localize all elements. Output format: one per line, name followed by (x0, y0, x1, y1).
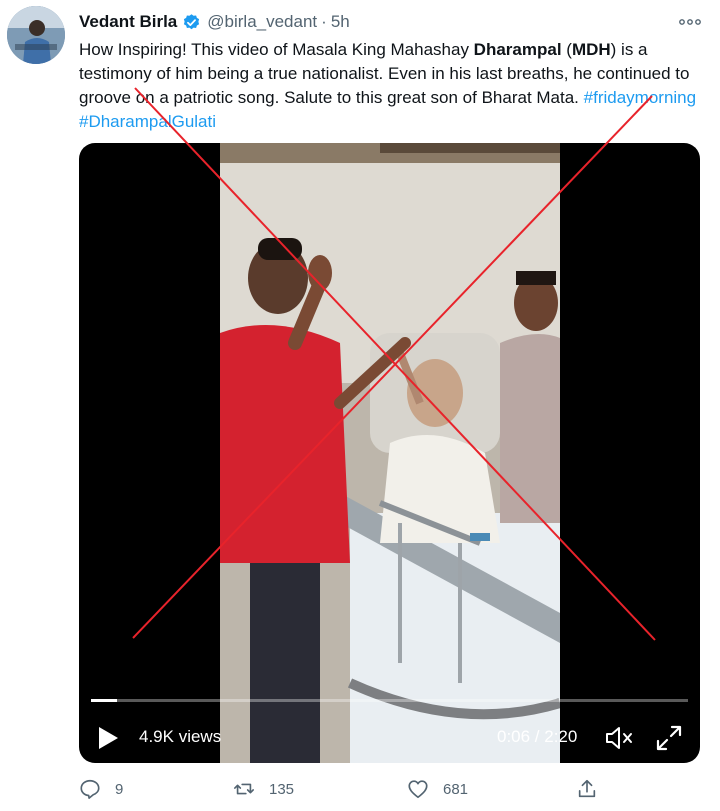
play-icon[interactable] (97, 726, 119, 750)
retweet-icon (234, 783, 254, 795)
reply-icon (80, 779, 100, 799)
tweet-text: How Inspiring! This video of Masala King… (79, 38, 709, 134)
retweet-count: 135 (269, 780, 295, 798)
header-separator: · (321, 12, 327, 31)
tweet-text-bold: MDH (571, 40, 611, 59)
hashtag-link[interactable]: #fridaymorning (584, 88, 696, 107)
verified-badge-icon (184, 13, 200, 29)
video-progress-fill (91, 699, 117, 702)
tweet-text-part: ( (561, 40, 572, 59)
reply-button[interactable]: 9 (79, 774, 123, 804)
like-icon (408, 780, 428, 799)
avatar[interactable] (7, 6, 65, 64)
video-controls: 4.9K views 0:06 / 2:20 (79, 713, 700, 763)
more-options-icon[interactable] (677, 12, 703, 32)
share-icon (578, 779, 596, 798)
tweet: Vedant Birla @birla_vedant · 5h How Insp… (0, 0, 720, 811)
reply-count: 9 (115, 780, 124, 798)
like-button[interactable]: 681 (407, 774, 468, 804)
author-handle[interactable]: @birla_vedant (207, 12, 317, 32)
tweet-timestamp[interactable]: 5h (331, 12, 350, 32)
fullscreen-icon[interactable] (655, 724, 683, 752)
video-time: 0:06 / 2:20 (497, 727, 578, 746)
mute-icon[interactable] (604, 725, 634, 751)
video-frame (220, 143, 560, 763)
hashtag-link[interactable]: #DharampalGulati (79, 112, 216, 131)
tweet-header: Vedant Birla @birla_vedant · 5h (79, 11, 350, 33)
author-name[interactable]: Vedant Birla (79, 12, 177, 32)
tweet-actions: 9 135 681 (79, 774, 699, 804)
video-player[interactable]: 4.9K views 0:06 / 2:20 (79, 143, 700, 763)
tweet-text-part: How Inspiring! This video of Masala King… (79, 40, 474, 59)
video-views: 4.9K views (139, 727, 222, 746)
video-progress-bar[interactable] (91, 699, 688, 702)
like-count: 681 (443, 780, 469, 798)
retweet-button[interactable]: 135 (233, 774, 294, 804)
share-button[interactable] (576, 774, 598, 804)
tweet-text-bold: Dharampal (473, 40, 562, 59)
